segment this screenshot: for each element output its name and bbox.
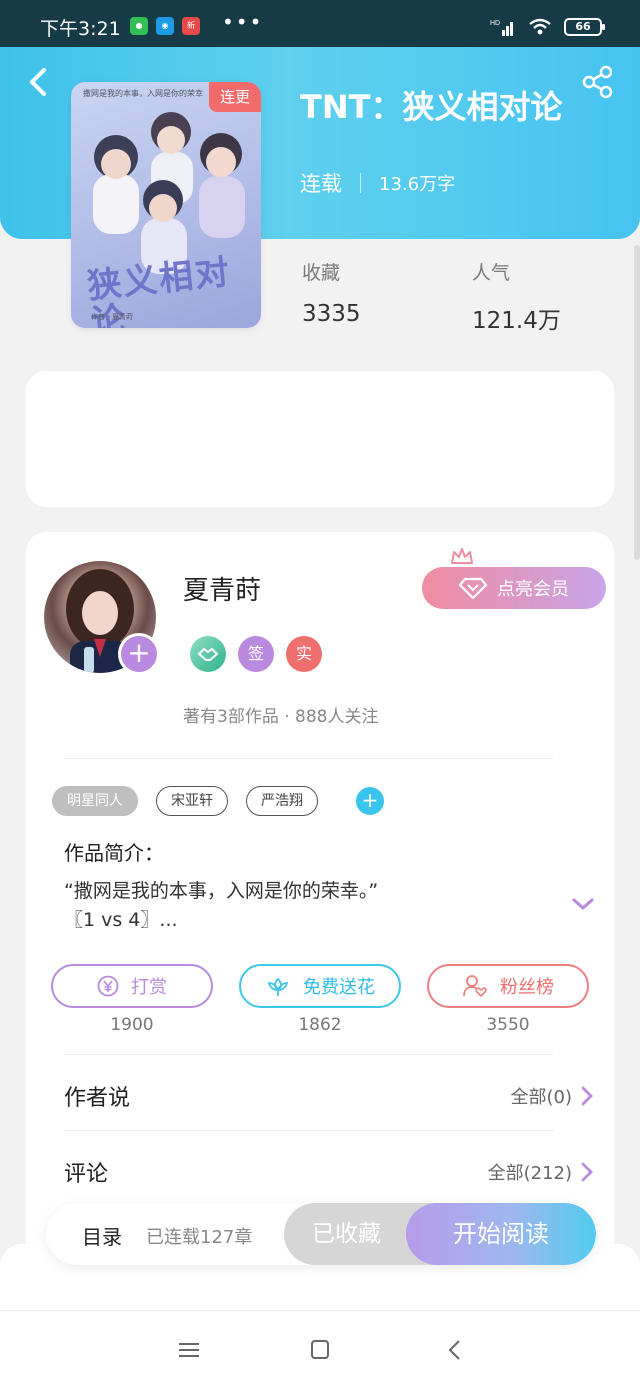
wifi-icon	[529, 18, 551, 35]
app-icon: ◉	[156, 17, 174, 35]
cover-footer: 作者：夏青莳	[91, 313, 133, 321]
tip-label: 打赏	[131, 977, 167, 998]
handshake-badge-icon[interactable]	[190, 636, 226, 672]
start-reading-button[interactable]: 开始阅读	[406, 1203, 596, 1265]
flower-icon	[267, 977, 289, 996]
comments-all: 全部(212)	[488, 1159, 594, 1185]
read-bar: 目录 已连载127章 已收藏 开始阅读	[46, 1203, 596, 1265]
wechat-icon: ●	[130, 17, 148, 35]
vip-label: 点亮会员	[497, 579, 569, 600]
follow-author-button[interactable]: +	[118, 633, 160, 675]
book-meta: 连载 13.6万字	[300, 168, 455, 198]
battery-icon: 66	[564, 18, 605, 36]
system-nav-bar	[0, 1310, 640, 1387]
fan-ranking-label: 粉丝榜	[500, 977, 554, 998]
menu-icon[interactable]	[174, 1337, 204, 1363]
status-time: 下午3:21	[40, 18, 121, 40]
catalog-button[interactable]: 目录	[82, 1221, 122, 1250]
stat-label: 人气	[472, 262, 511, 284]
update-badge: 连更	[209, 82, 261, 112]
diamond-icon	[459, 577, 487, 599]
chevron-right-icon	[581, 1162, 593, 1182]
verified-badge[interactable]: 实	[286, 636, 322, 672]
vip-button[interactable]: 点亮会员	[422, 567, 606, 609]
back-icon[interactable]	[22, 64, 52, 100]
divider	[64, 758, 554, 759]
author-name[interactable]: 夏青莳	[183, 570, 261, 607]
tag-category[interactable]: 明星同人	[52, 786, 138, 816]
comments-row[interactable]: 评论 全部(212)	[64, 1156, 594, 1188]
chevron-down-icon[interactable]	[570, 894, 596, 914]
tip-count: 1900	[110, 1015, 154, 1035]
chapter-count: 已连载127章	[146, 1227, 253, 1248]
scrollbar[interactable]	[634, 245, 640, 560]
author-says-all: 全部(0)	[511, 1083, 595, 1109]
back-nav-icon[interactable]	[440, 1337, 470, 1363]
fan-count: 3550	[486, 1015, 530, 1035]
meta-divider	[360, 173, 361, 193]
send-flower-label: 免费送花	[303, 977, 375, 998]
add-tag-button[interactable]: +	[356, 787, 384, 815]
user-heart-icon	[463, 975, 487, 998]
intro-title: 作品简介：	[64, 841, 164, 865]
signed-badge[interactable]: 签	[238, 636, 274, 672]
blank-card	[26, 371, 614, 507]
serial-status: 连载	[300, 172, 342, 196]
intro-line: 〖1 vs 4〗...	[64, 909, 178, 931]
share-icon[interactable]	[580, 64, 616, 100]
yen-icon	[97, 975, 119, 997]
more-notifications-icon: •••	[222, 10, 264, 34]
stat-value: 121.4万	[472, 308, 561, 334]
status-right: HD 66	[490, 18, 605, 36]
crown-icon	[451, 548, 473, 564]
author-says-count: 全部(0)	[510, 1087, 573, 1108]
news-icon: 新	[182, 17, 200, 35]
home-icon[interactable]	[305, 1337, 335, 1363]
notification-icons: ● ◉ 新	[130, 17, 200, 35]
book-cover[interactable]: 撒网是我的本事，入网是你的荣幸 狭义相对论 作者：夏青莳 连更	[71, 82, 261, 328]
send-flower-button[interactable]: 免费送花	[239, 964, 401, 1008]
tag-item[interactable]: 宋亚轩	[156, 786, 228, 816]
intro-line: “撒网是我的本事，入网是你的荣幸。”	[64, 880, 379, 902]
author-says-row[interactable]: 作者说 全部(0)	[64, 1080, 594, 1112]
comments-count: 全部(212)	[487, 1163, 572, 1184]
book-title: TNT：狭义相对论	[300, 88, 563, 126]
intro-text: “撒网是我的本事，入网是你的荣幸。” 〖1 vs 4〗...	[64, 877, 484, 935]
stat-favorites: 收藏 3335	[302, 258, 361, 327]
status-bar: 下午3:21 ● ◉ 新 ••• HD 66	[0, 0, 640, 47]
flower-count: 1862	[298, 1015, 342, 1035]
tip-button[interactable]: 打赏	[51, 964, 213, 1008]
chevron-right-icon	[581, 1086, 593, 1106]
author-says-title: 作者说	[64, 1086, 131, 1111]
stat-value: 3335	[302, 301, 361, 327]
signal-icon: HD	[490, 20, 513, 36]
author-badges: 签 实	[190, 636, 322, 672]
svg-text:HD: HD	[490, 20, 500, 27]
tag-list: 明星同人 宋亚轩 严浩翔 +	[52, 786, 384, 816]
divider	[64, 1054, 554, 1055]
comments-title: 评论	[64, 1162, 109, 1187]
tag-item[interactable]: 严浩翔	[246, 786, 318, 816]
handshake-icon	[197, 647, 219, 661]
stat-label: 收藏	[302, 262, 341, 284]
word-count: 13.6万字	[379, 174, 456, 195]
divider	[64, 1130, 554, 1131]
stat-popularity: 人气 121.4万	[472, 258, 561, 335]
author-stats: 著有3部作品 · 888人关注	[183, 707, 379, 727]
fan-ranking-button[interactable]: 粉丝榜	[427, 964, 589, 1008]
